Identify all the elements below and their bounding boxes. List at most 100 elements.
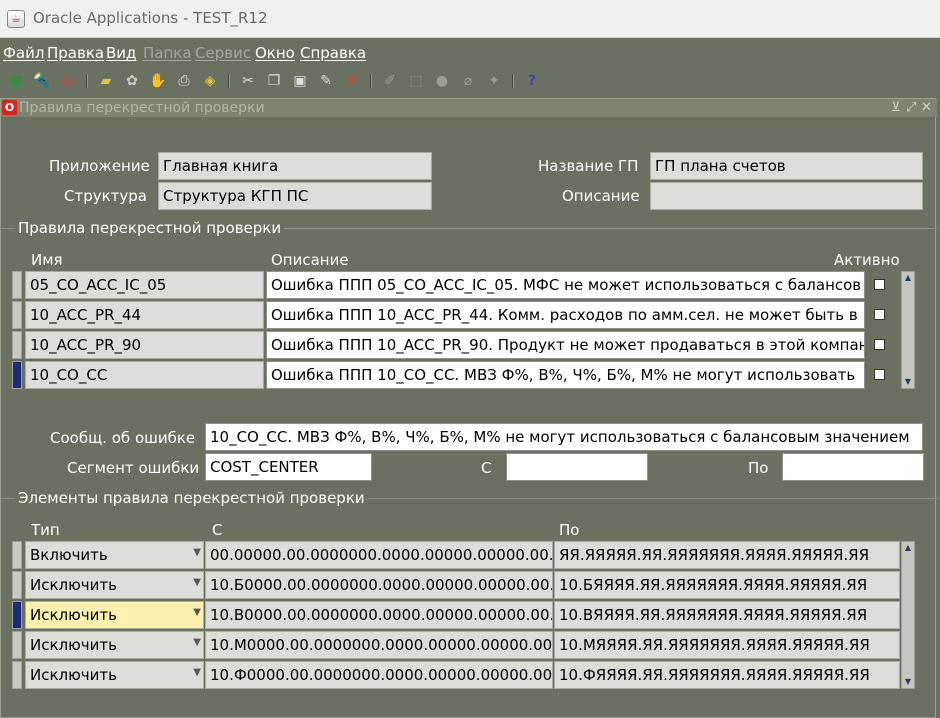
- rule-active-checkbox[interactable]: [874, 339, 885, 350]
- record-indicator[interactable]: [12, 331, 22, 359]
- elements-scrollbar[interactable]: ▲ ▼: [901, 541, 915, 689]
- switch-responsibility-icon[interactable]: ✋: [148, 72, 168, 90]
- menu-edit[interactable]: Правка: [47, 44, 104, 62]
- rule-active-checkbox[interactable]: [874, 309, 885, 320]
- chevron-down-icon[interactable]: ▼: [193, 637, 201, 648]
- chevron-down-icon[interactable]: ▼: [193, 607, 201, 618]
- rule-name-field[interactable]: 10_CO_CC: [25, 361, 264, 389]
- attachments-icon[interactable]: ⌀: [458, 72, 478, 90]
- navigator-icon[interactable]: ◎: [58, 72, 78, 90]
- save-icon[interactable]: ▰: [96, 72, 116, 90]
- range-to-field[interactable]: ЯЯ.ЯЯЯЯЯ.ЯЯ.ЯЯЯЯЯЯЯ.ЯЯЯЯ.ЯЯЯЯЯ.ЯЯ: [554, 541, 900, 569]
- record-indicator[interactable]: [12, 571, 22, 599]
- close-icon[interactable]: ✕: [921, 100, 932, 115]
- toolbar-separator: [370, 74, 372, 88]
- to-field[interactable]: [782, 453, 924, 481]
- menu-view[interactable]: Вид: [106, 44, 136, 62]
- rule-active-checkbox[interactable]: [874, 369, 885, 380]
- scroll-up-icon[interactable]: ▲: [902, 542, 914, 554]
- application-label: Приложение: [49, 157, 150, 175]
- record-indicator[interactable]: [12, 661, 22, 689]
- copy-icon[interactable]: ❐: [264, 72, 284, 90]
- name-column-header: Имя: [31, 251, 63, 269]
- type-select[interactable]: Исключить ▼: [25, 631, 204, 659]
- menu-tools[interactable]: Сервис: [195, 44, 251, 62]
- rules-section: Правила перекрестной проверки: [1, 219, 937, 237]
- menu-folder[interactable]: Папка: [143, 44, 192, 62]
- chevron-down-icon[interactable]: ▼: [193, 577, 201, 588]
- range-from-field[interactable]: 10.В0000.00.0000000.0000.00000.00000.00.…: [205, 601, 553, 629]
- from-field[interactable]: [506, 453, 648, 481]
- description-field[interactable]: [650, 182, 923, 210]
- rule-description-field[interactable]: Ошибка ППП 05_CO_ACC_IC_05. МФС не может…: [266, 271, 865, 299]
- elements-section-title: Элементы правила перекрестной проверки: [15, 489, 368, 507]
- rule-name-field[interactable]: 10_ACC_PR_44: [25, 301, 264, 329]
- type-value: Исключить: [30, 666, 117, 684]
- form-header: O Правила перекрестной проверки ⊻ ⤢ ✕: [1, 99, 937, 117]
- rule-description-field[interactable]: Ошибка ППП 10_ACC_PR_44. Комм. расходов …: [266, 301, 865, 329]
- application-field[interactable]: Главная книга: [158, 152, 432, 180]
- current-record-indicator[interactable]: [12, 601, 22, 629]
- menu-file[interactable]: Файл: [3, 44, 44, 62]
- rule-active-checkbox[interactable]: [874, 279, 885, 290]
- range-from-field[interactable]: 10.Б0000.00.0000000.0000.00000.00000.00.…: [205, 571, 553, 599]
- close-form-icon[interactable]: ◈: [200, 72, 220, 90]
- scroll-down-icon[interactable]: ▼: [902, 376, 914, 388]
- toolbar-separator: [512, 74, 514, 88]
- ledger-name-field[interactable]: ГП плана счетов: [650, 152, 923, 180]
- paste-icon[interactable]: ▣: [290, 72, 310, 90]
- range-from-field[interactable]: 00.00000.00.0000000.0000.00000.00000.00.…: [205, 541, 553, 569]
- range-from-field[interactable]: 10.Ф0000.00.0000000.0000.00000.00000.00.…: [205, 661, 553, 689]
- menu-help[interactable]: Справка: [300, 44, 366, 62]
- active-column-header: Активно: [834, 251, 900, 269]
- folder-tools-icon[interactable]: ✦: [484, 72, 504, 90]
- range-from-field[interactable]: 10.М0000.00.0000000.0000.00000.00000.00.…: [205, 631, 553, 659]
- record-indicator[interactable]: [12, 271, 22, 299]
- new-record-icon[interactable]: ✎: [316, 72, 336, 90]
- help-icon[interactable]: ?: [522, 72, 542, 90]
- find-icon[interactable]: 🔦: [32, 72, 52, 90]
- minimize-icon[interactable]: ⊻: [891, 100, 901, 115]
- error-segment-field[interactable]: COST_CENTER: [205, 453, 372, 481]
- record-indicator[interactable]: [12, 541, 22, 569]
- zoom-icon[interactable]: ⬚: [406, 72, 426, 90]
- type-select[interactable]: Исключить ▼: [25, 571, 204, 599]
- java-app-icon: ☕: [7, 10, 25, 28]
- rule-description-field[interactable]: Ошибка ППП 10_CO_CC. МВЗ Ф%, В%, Ч%, Б%,…: [266, 361, 865, 389]
- delete-record-icon[interactable]: ✕: [342, 72, 362, 90]
- rule-description-field[interactable]: Ошибка ППП 10_ACC_PR_90. Продукт не може…: [266, 331, 865, 359]
- scroll-up-icon[interactable]: ▲: [902, 272, 914, 284]
- translations-icon[interactable]: ●: [432, 72, 452, 90]
- range-to-field[interactable]: 10.МЯЯЯЯ.ЯЯ.ЯЯЯЯЯЯЯ.ЯЯЯЯ.ЯЯЯЯЯ.ЯЯ: [554, 631, 900, 659]
- scroll-down-icon[interactable]: ▼: [902, 676, 914, 688]
- chevron-down-icon[interactable]: ▼: [193, 667, 201, 678]
- structure-field[interactable]: Структура КГП ПС: [158, 182, 432, 210]
- type-select[interactable]: Исключить ▼: [25, 601, 204, 629]
- next-step-icon[interactable]: ✿: [122, 72, 142, 90]
- cut-icon[interactable]: ✂: [238, 72, 258, 90]
- menu-window[interactable]: Окно: [255, 44, 295, 62]
- from-label: С: [481, 459, 492, 477]
- toolbar-separator: [86, 74, 88, 88]
- rule-name-field[interactable]: 05_CO_ACC_IC_05: [25, 271, 264, 299]
- form-window: O Правила перекрестной проверки ⊻ ⤢ ✕ Пр…: [0, 98, 937, 718]
- range-to-field[interactable]: 10.ВЯЯЯЯ.ЯЯ.ЯЯЯЯЯЯЯ.ЯЯЯЯ.ЯЯЯЯЯ.ЯЯ: [554, 601, 900, 629]
- edit-field-icon[interactable]: ✐: [380, 72, 400, 90]
- record-indicator[interactable]: [12, 301, 22, 329]
- current-record-indicator[interactable]: [12, 361, 22, 389]
- range-to-field[interactable]: 10.БЯЯЯЯ.ЯЯ.ЯЯЯЯЯЯЯ.ЯЯЯЯ.ЯЯЯЯЯ.ЯЯ: [554, 571, 900, 599]
- rules-scrollbar[interactable]: ▲ ▼: [901, 271, 915, 389]
- new-icon[interactable]: ▤: [6, 72, 26, 90]
- window-title: Oracle Applications - TEST_R12: [33, 9, 268, 27]
- elements-section: Элементы правила перекрестной проверки: [1, 489, 937, 507]
- type-select[interactable]: Исключить ▼: [25, 661, 204, 689]
- print-icon[interactable]: ⎙: [174, 72, 194, 90]
- maximize-icon[interactable]: ⤢: [906, 100, 916, 115]
- error-message-field[interactable]: 10_CO_CC. МВЗ Ф%, В%, Ч%, Б%, М% не могу…: [205, 423, 923, 451]
- from-column-header: С: [212, 521, 223, 539]
- chevron-down-icon[interactable]: ▼: [193, 547, 201, 558]
- record-indicator[interactable]: [12, 631, 22, 659]
- range-to-field[interactable]: 10.ФЯЯЯЯ.ЯЯ.ЯЯЯЯЯЯЯ.ЯЯЯЯ.ЯЯЯЯЯ.ЯЯ: [554, 661, 900, 689]
- rule-name-field[interactable]: 10_ACC_PR_90: [25, 331, 264, 359]
- type-select[interactable]: Включить ▼: [25, 541, 204, 569]
